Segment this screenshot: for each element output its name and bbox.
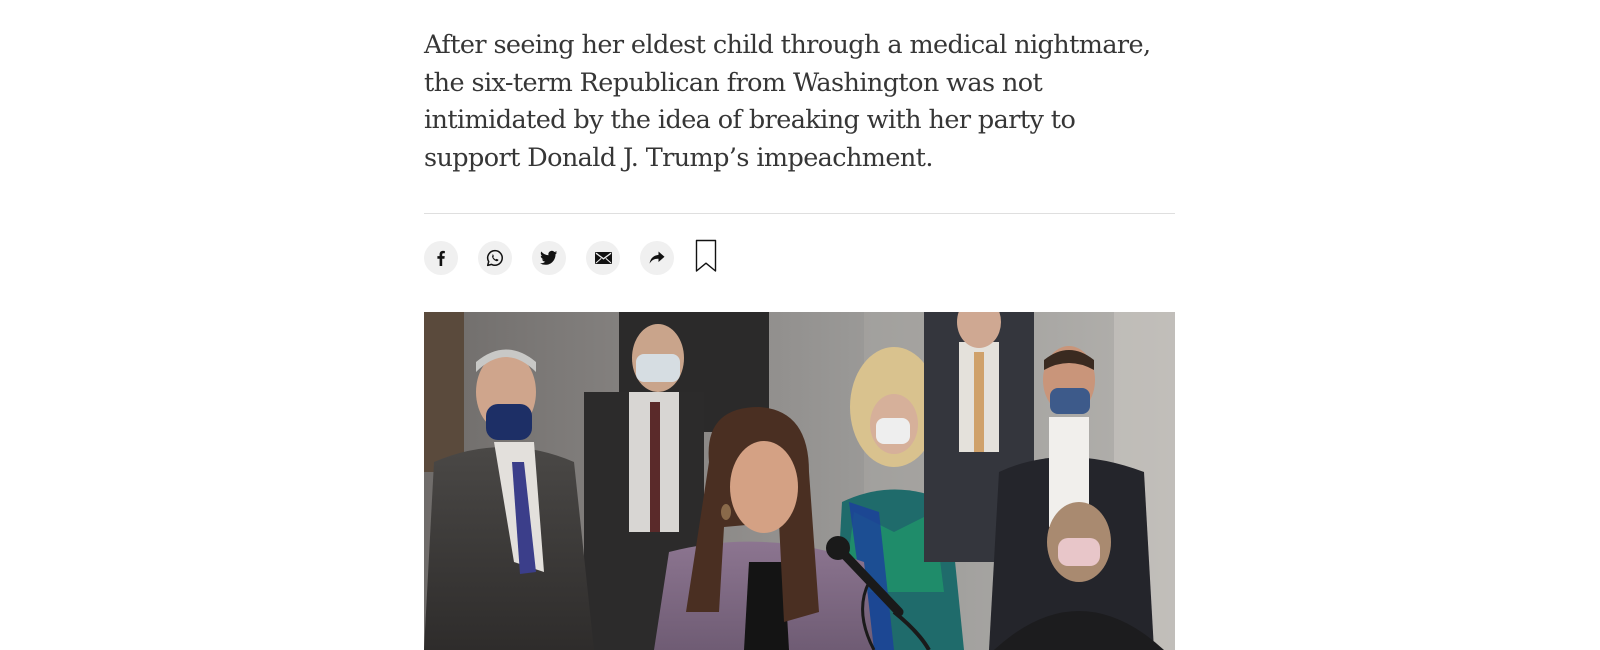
facebook-share-button[interactable] — [424, 241, 458, 275]
facebook-icon — [433, 250, 449, 266]
twitter-share-button[interactable] — [532, 241, 566, 275]
whatsapp-share-button[interactable] — [478, 241, 512, 275]
whatsapp-icon — [486, 249, 504, 267]
email-share-button[interactable] — [586, 241, 620, 275]
more-share-button[interactable] — [640, 241, 674, 275]
save-bookmark-button[interactable] — [694, 239, 718, 278]
twitter-icon — [540, 250, 558, 266]
article-column: After seeing her eldest child through a … — [424, 0, 1175, 650]
divider — [424, 213, 1175, 214]
bookmark-icon — [695, 239, 717, 278]
share-toolbar — [424, 239, 718, 278]
email-icon — [594, 252, 612, 264]
share-arrow-icon — [649, 251, 665, 265]
article-lead-photo — [424, 312, 1175, 650]
article-page: After seeing her eldest child through a … — [0, 0, 1600, 650]
article-summary: After seeing her eldest child through a … — [424, 30, 1151, 173]
